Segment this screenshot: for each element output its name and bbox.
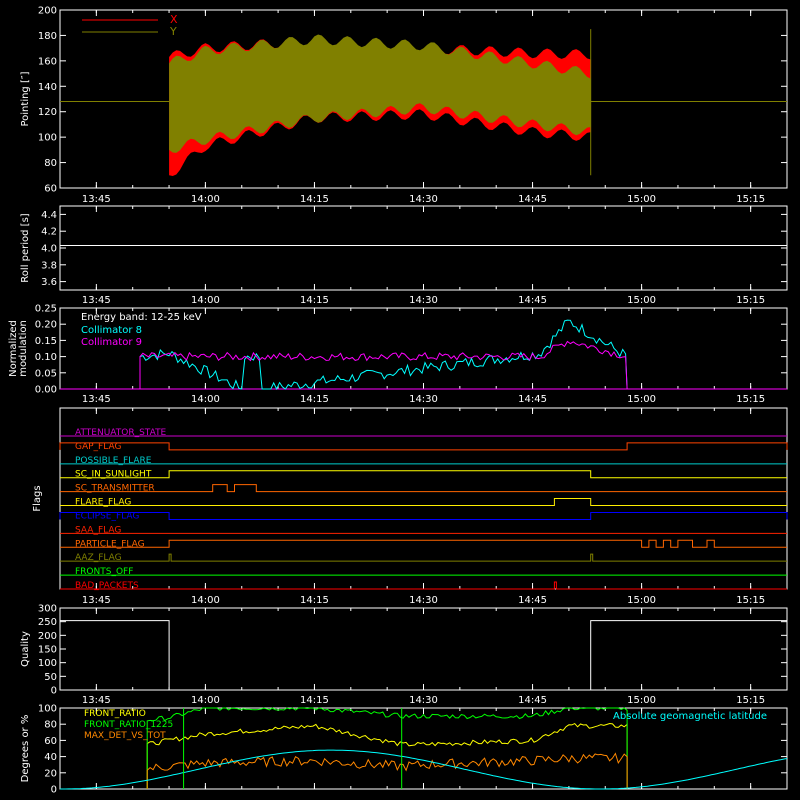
y-tick-label: 3.6: [41, 277, 57, 288]
y-axis-label: Flags: [32, 485, 43, 511]
y-tick-label: 3.8: [41, 260, 57, 271]
legend-label-Collimator-9: Collimator 9: [81, 337, 142, 348]
y-tick-label: 4.0: [41, 244, 57, 255]
legend-label-front-ratio: FRONT_RATIO: [84, 709, 146, 719]
x-tick-label: 14:00: [191, 394, 220, 405]
x-tick-label: 15:00: [627, 194, 656, 205]
x-tick-label: 14:45: [518, 394, 547, 405]
y-tick-label: 100: [38, 704, 57, 715]
y-tick-label: 20: [44, 768, 57, 779]
y-tick-label: 200: [38, 631, 57, 642]
x-tick-label: 15:15: [736, 394, 765, 405]
x-tick-label: 14:15: [300, 394, 329, 405]
chart-canvas: 13:45 14:00 14:15 14:30 14:45 15:00 15:15 60 80 1…: [0, 0, 800, 800]
x-tick-label: 15:15: [736, 695, 765, 706]
y-tick-label: 0.25: [35, 304, 57, 315]
x-tick-label: 15:00: [627, 695, 656, 706]
y-axis-label: Roll period [s]: [20, 213, 31, 282]
x-tick-label: 14:00: [191, 194, 220, 205]
y-tick-label: 0: [51, 686, 57, 697]
x-tick-label: 14:30: [409, 194, 438, 205]
y-axis-label: Quality: [20, 631, 31, 667]
y-tick-label: 150: [38, 645, 57, 656]
x-tick-label: 14:45: [518, 295, 547, 306]
x-tick-label: 15:15: [736, 194, 765, 205]
y-tick-label: 60: [44, 736, 57, 747]
legend-label-Y: Y: [169, 25, 177, 38]
x-tick-label: 13:45: [82, 194, 111, 205]
y-tick-label: 0.15: [35, 336, 57, 347]
y-tick-label: 180: [38, 31, 57, 42]
x-tick-label: 14:15: [300, 194, 329, 205]
x-tick-label: 14:00: [191, 295, 220, 306]
y-tick-label: 200: [38, 6, 57, 17]
y-tick-label: 0.10: [35, 352, 57, 363]
x-tick-label: 15:00: [627, 394, 656, 405]
x-tick-label: 15:00: [627, 295, 656, 306]
legend-label-max-det-vs-tot: MAX_DET_VS_TOT: [84, 731, 166, 741]
x-tick-label: 14:30: [409, 595, 438, 606]
y-tick-label: 60: [44, 184, 57, 195]
y-tick-label: 250: [38, 617, 57, 628]
legend-label-Collimator-8: Collimator 8: [81, 325, 142, 336]
x-tick-label: 13:45: [82, 394, 111, 405]
y-axis-label: Pointing [″]: [20, 71, 31, 126]
x-tick-label: 15:15: [736, 295, 765, 306]
x-tick-label: 14:15: [300, 595, 329, 606]
y-tick-label: 100: [38, 133, 57, 144]
stix-quicklook-chart: 13:45 14:00 14:15 14:30 14:45 15:00 15:15 60 80 1…: [0, 0, 800, 800]
y-tick-label: 4.4: [41, 210, 57, 221]
y-tick-label: 0.20: [35, 320, 57, 331]
y-tick-label: 80: [44, 158, 57, 169]
y-axis-label: modulation: [18, 320, 29, 377]
y-tick-label: 40: [44, 752, 57, 763]
x-tick-label: 13:45: [82, 295, 111, 306]
legend-label-front-ratio-1225: FRONT_RATIO_1225: [84, 720, 173, 730]
x-tick-label: 14:30: [409, 295, 438, 306]
x-tick-label: 15:15: [736, 595, 765, 606]
y-tick-label: 120: [38, 107, 57, 118]
x-tick-label: 14:00: [191, 695, 220, 706]
latitude-annotation: Absolute geomagnetic latitude: [613, 711, 767, 722]
y-tick-label: 4.2: [41, 227, 57, 238]
x-tick-label: 14:15: [300, 295, 329, 306]
y-tick-label: 0: [51, 785, 57, 796]
y-tick-label: 80: [44, 720, 57, 731]
x-tick-label: 14:45: [518, 595, 547, 606]
y-tick-label: 160: [38, 56, 57, 67]
x-tick-label: 13:45: [82, 695, 111, 706]
energy-band-annotation: Energy band: 12-25 keV: [81, 312, 202, 323]
x-tick-label: 14:00: [191, 595, 220, 606]
y-tick-label: 0.00: [35, 385, 57, 396]
y-tick-label: 100: [38, 658, 57, 669]
x-tick-label: 14:30: [409, 394, 438, 405]
x-tick-label: 15:00: [627, 595, 656, 606]
y-tick-label: 0.05: [35, 368, 57, 379]
y-axis-label: Degrees or %: [20, 715, 31, 783]
x-tick-label: 14:15: [300, 695, 329, 706]
x-tick-label: 13:45: [82, 595, 111, 606]
y-tick-label: 140: [38, 82, 57, 93]
x-tick-label: 14:30: [409, 695, 438, 706]
x-tick-label: 14:45: [518, 695, 547, 706]
x-tick-label: 14:45: [518, 194, 547, 205]
y-tick-label: 50: [44, 672, 57, 683]
y-tick-label: 300: [38, 604, 57, 615]
